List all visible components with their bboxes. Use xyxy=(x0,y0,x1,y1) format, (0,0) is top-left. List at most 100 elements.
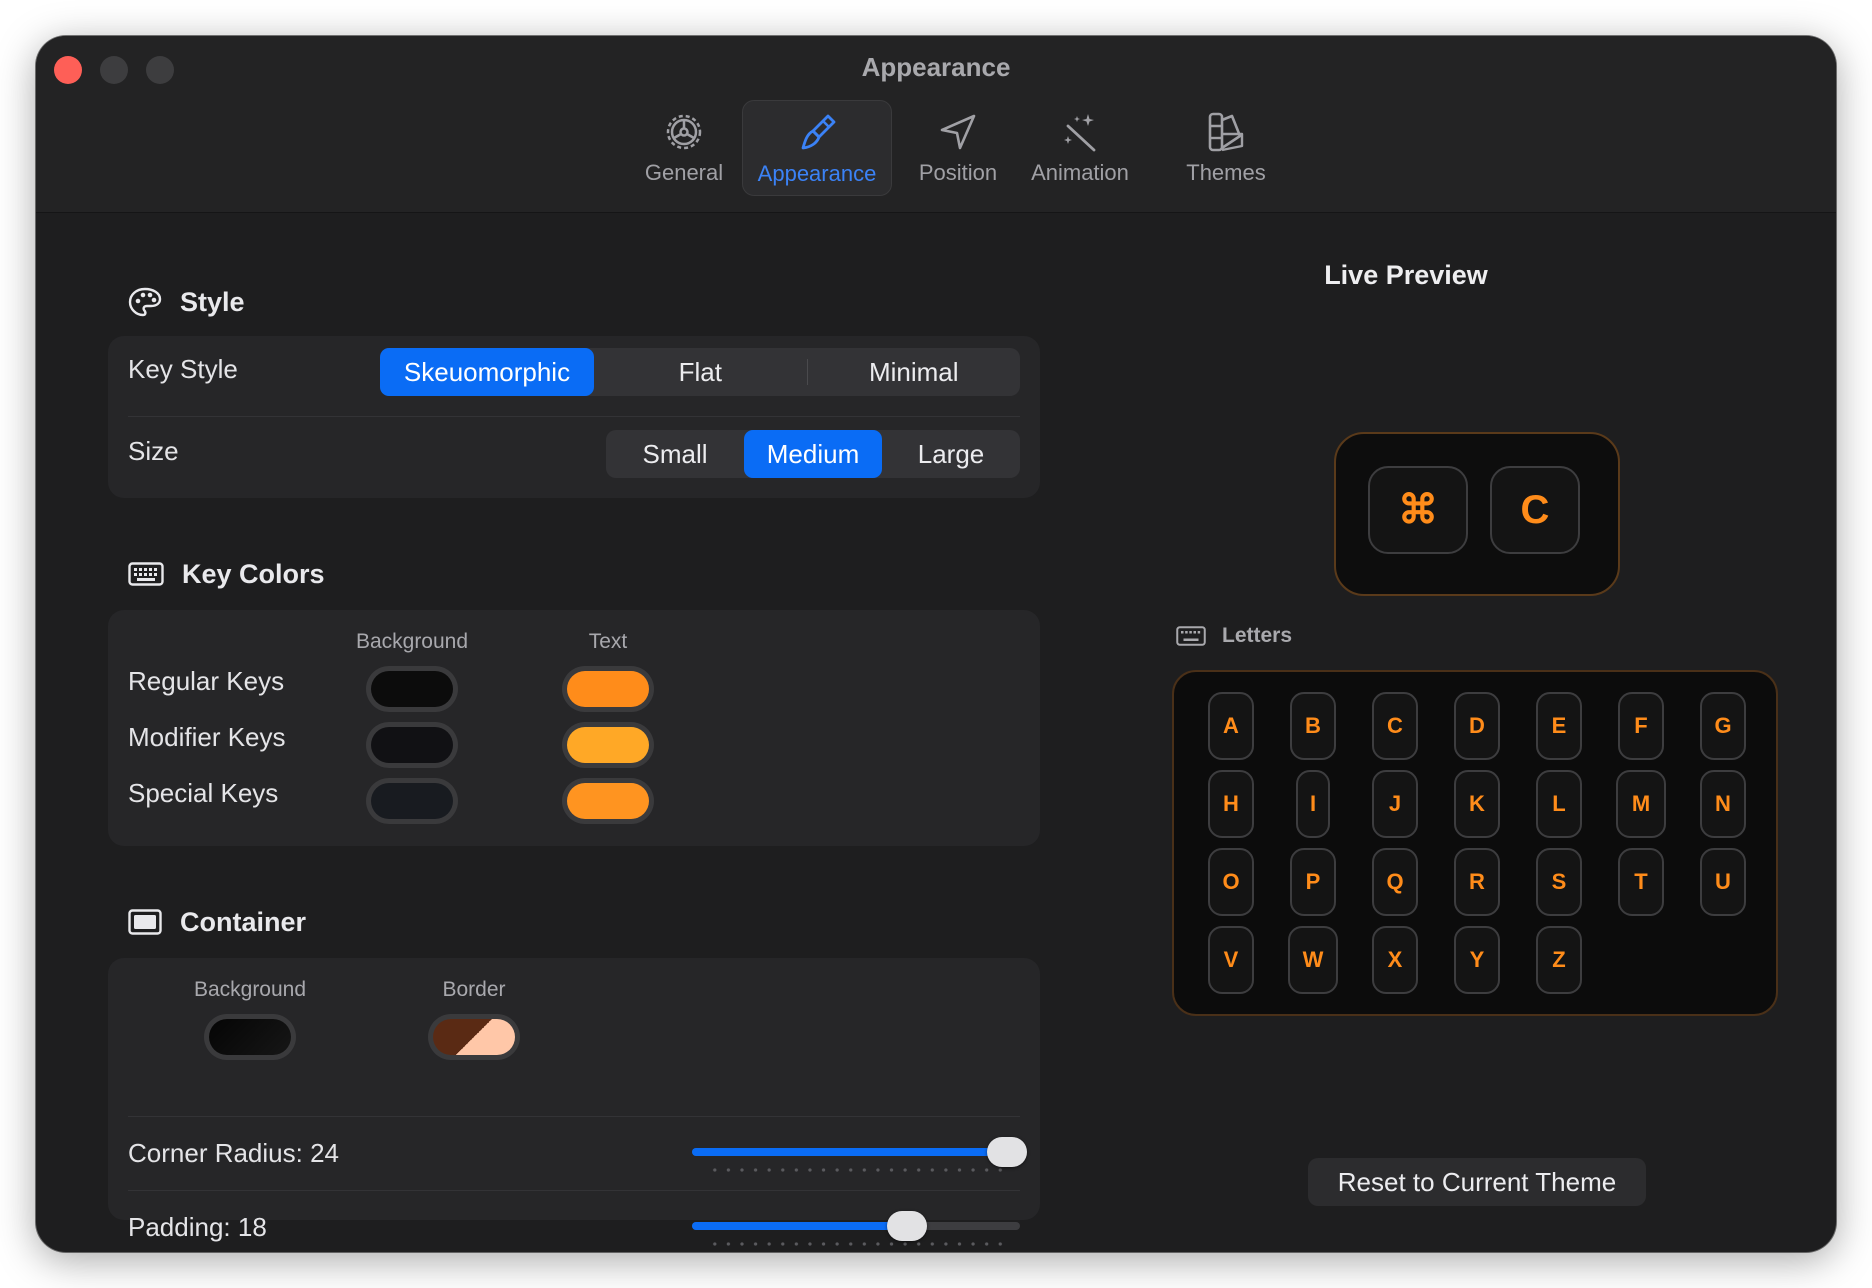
padding-label: Padding: 18 xyxy=(128,1212,267,1242)
letter-key-e: E xyxy=(1536,692,1582,760)
letter-key-t: T xyxy=(1618,848,1664,916)
letter-key-l: L xyxy=(1536,770,1582,838)
letter-key-j: J xyxy=(1372,770,1418,838)
letter-key-i: I xyxy=(1296,770,1330,838)
section-title: Style xyxy=(180,286,245,317)
letters-header: Letters xyxy=(1176,624,1292,648)
titlebar: Appearance General Appearance Position A… xyxy=(36,36,1836,213)
key-colors-card: Background Text Regular Keys Modifier Ke… xyxy=(108,610,1040,846)
special-keys-text-well[interactable] xyxy=(562,778,654,824)
letter-key-u: U xyxy=(1700,848,1746,916)
location-arrow-icon xyxy=(940,114,976,150)
letters-label: Letters xyxy=(1222,624,1293,647)
corner-radius-slider[interactable] xyxy=(692,1137,1027,1172)
slider-knob[interactable] xyxy=(887,1211,928,1241)
palette-icon xyxy=(128,287,162,317)
section-title: Container xyxy=(180,906,307,937)
paintbrush-icon xyxy=(801,114,836,150)
key-style-skeuomorphic[interactable]: Skeuomorphic xyxy=(380,348,594,396)
tab-label: Animation xyxy=(1031,160,1129,185)
background-column-header: Background xyxy=(355,630,469,653)
size-segmented: Small Medium Large xyxy=(606,430,1020,478)
key-style-flat[interactable]: Flat xyxy=(594,348,807,396)
tab-appearance[interactable]: Appearance xyxy=(742,100,892,196)
keyboard-icon xyxy=(128,562,164,586)
letter-key-q: Q xyxy=(1372,848,1418,916)
row-divider xyxy=(128,416,1020,417)
modifier-keys-label: Modifier Keys xyxy=(128,722,286,752)
size-medium[interactable]: Medium xyxy=(744,430,882,478)
tab-label: Themes xyxy=(1186,160,1266,185)
section-title: Key Colors xyxy=(182,558,325,589)
color-fill xyxy=(567,783,649,819)
modifier-keys-text-well[interactable] xyxy=(562,722,654,768)
padding-slider[interactable] xyxy=(692,1211,1020,1246)
key-combo-preview: ⌘ C xyxy=(1334,432,1620,596)
magic-wand-icon xyxy=(1064,114,1096,152)
letter-key-f: F xyxy=(1618,692,1664,760)
size-small[interactable]: Small xyxy=(606,430,744,478)
size-large[interactable]: Large xyxy=(882,430,1020,478)
color-fill xyxy=(209,1019,291,1055)
style-card: Key Style Skeuomorphic Flat Minimal Size… xyxy=(108,336,1040,498)
text-column-header: Text xyxy=(588,630,628,653)
live-preview-title: Live Preview xyxy=(1324,260,1488,290)
tab-label: Position xyxy=(918,160,998,185)
letter-key-b: B xyxy=(1290,692,1336,760)
key-colors-section-header: Key Colors xyxy=(128,554,325,594)
container-section-header: Container xyxy=(128,902,306,942)
tab-position[interactable]: Position xyxy=(902,100,1014,196)
container-background-well[interactable] xyxy=(204,1014,296,1060)
regular-keys-label: Regular Keys xyxy=(128,666,285,696)
color-fill xyxy=(567,671,649,707)
letter-key-h: H xyxy=(1208,770,1254,838)
regular-keys-text-well[interactable] xyxy=(562,666,654,712)
gear-icon xyxy=(666,114,702,150)
letter-key-c: C xyxy=(1372,692,1418,760)
letter-key-a: A xyxy=(1208,692,1254,760)
slider-ticks xyxy=(708,1242,1004,1246)
regular-keys-background-well[interactable] xyxy=(366,666,458,712)
modifier-keys-background-well[interactable] xyxy=(366,722,458,768)
container-background-header: Background xyxy=(193,978,307,1001)
reset-to-current-theme-button[interactable]: Reset to Current Theme xyxy=(1308,1158,1646,1206)
slider-knob[interactable] xyxy=(986,1137,1027,1167)
color-fill xyxy=(433,1019,515,1055)
row-divider xyxy=(128,1190,1020,1191)
slider-fill xyxy=(692,1148,1007,1156)
letter-key-n: N xyxy=(1700,770,1746,838)
window-title: Appearance xyxy=(861,52,1011,82)
letter-key-g: G xyxy=(1700,692,1746,760)
slider-ticks xyxy=(708,1168,1004,1172)
letter-key-z: Z xyxy=(1536,926,1582,994)
letter-key-m: M xyxy=(1616,770,1666,838)
tab-label: Appearance xyxy=(757,161,877,186)
color-fill xyxy=(567,727,649,763)
tab-label: General xyxy=(644,160,724,185)
container-border-well[interactable] xyxy=(428,1014,520,1060)
letter-key-w: W xyxy=(1288,926,1338,994)
color-fill xyxy=(371,671,453,707)
color-fill xyxy=(371,727,453,763)
color-fill xyxy=(371,783,453,819)
tab-themes[interactable]: Themes xyxy=(1176,100,1276,196)
key-style-label: Key Style xyxy=(128,354,238,384)
preferences-window: Appearance General Appearance Position A… xyxy=(36,36,1836,1252)
container-border-header: Border xyxy=(442,978,506,1001)
letters-grid: ABCDEFG HIJKLMN OPQRSTU VWXYZ xyxy=(1172,670,1778,1016)
key-style-segmented: Skeuomorphic Flat Minimal xyxy=(380,348,1020,396)
swatchbook-icon xyxy=(1208,112,1244,152)
tab-animation[interactable]: Animation xyxy=(1014,100,1146,196)
style-section-header: Style xyxy=(128,282,245,322)
letter-key-y: Y xyxy=(1454,926,1500,994)
special-keys-background-well[interactable] xyxy=(366,778,458,824)
slider-fill xyxy=(692,1222,908,1230)
corner-radius-label: Corner Radius: 24 xyxy=(128,1138,339,1168)
tab-general[interactable]: General xyxy=(636,100,732,196)
letter-key-o: O xyxy=(1208,848,1254,916)
size-label: Size xyxy=(128,436,179,466)
letter-key-r: R xyxy=(1454,848,1500,916)
letter-key-x: X xyxy=(1372,926,1418,994)
key-style-minimal[interactable]: Minimal xyxy=(808,348,1021,396)
combo-key-command: ⌘ xyxy=(1368,466,1468,554)
